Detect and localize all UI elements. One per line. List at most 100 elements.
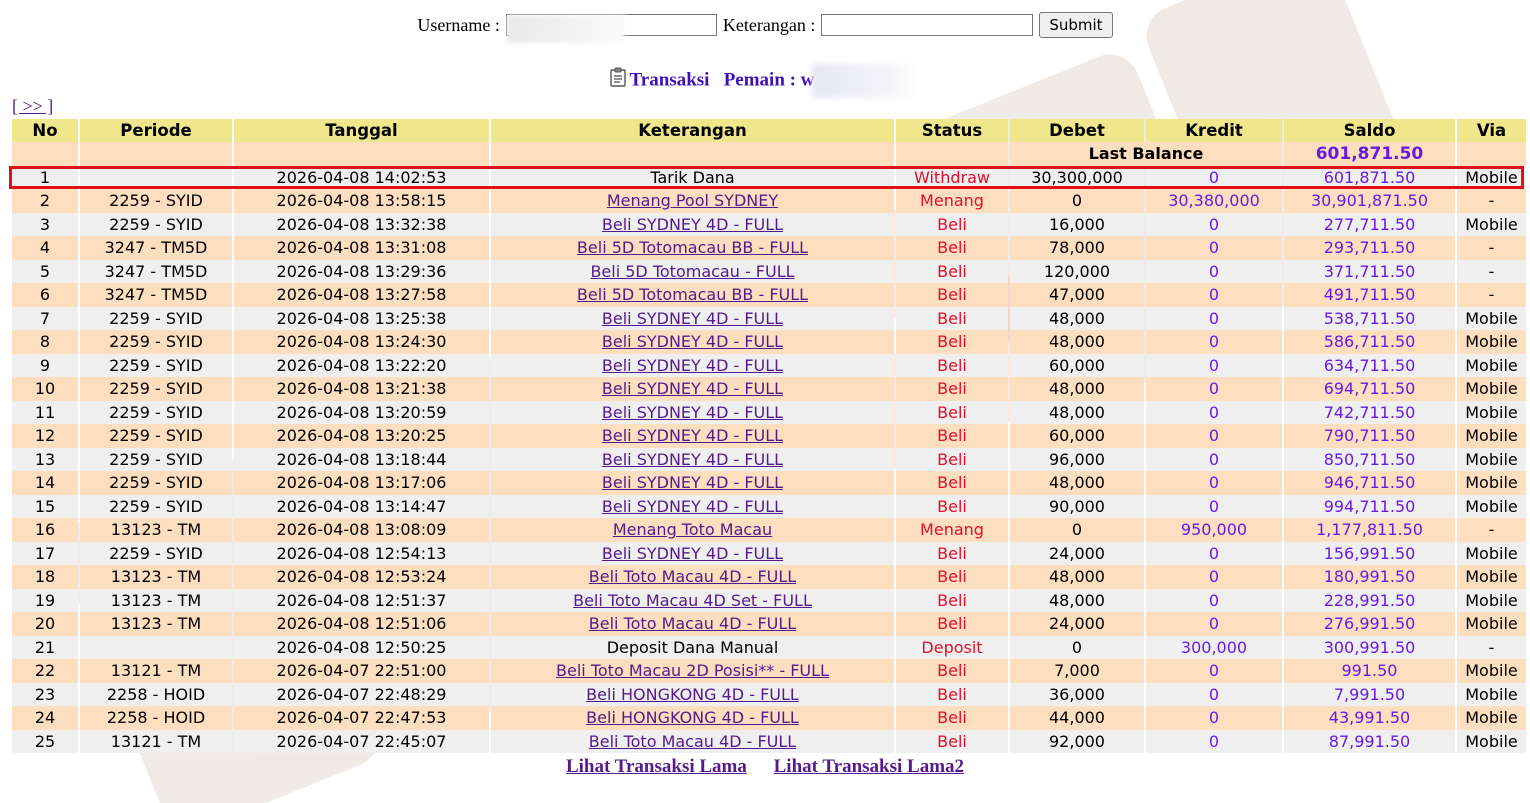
table-row: 15 2259 - SYID 2026-04-08 13:14:47 Beli SYD… — [12, 494, 1526, 518]
cell-status: Beli — [896, 236, 1008, 260]
cell-periode: 13123 - TM — [80, 565, 232, 589]
empty-cell — [80, 142, 232, 166]
transaction-detail-link[interactable]: Beli SYDNEY 4D - FULL — [602, 309, 783, 328]
cell-kredit: 0 — [1146, 424, 1282, 448]
transaction-detail-link[interactable]: Beli SYDNEY 4D - FULL — [602, 497, 783, 516]
redacted-player-name — [812, 64, 921, 98]
transaction-detail-link[interactable]: Beli SYDNEY 4D - FULL — [602, 379, 783, 398]
transaction-detail-link[interactable]: Menang Pool SYDNEY — [607, 191, 778, 210]
transaction-detail-link[interactable]: Beli 5D Totomacau BB - FULL — [577, 285, 808, 304]
next-page-link[interactable]: [ >> ] — [12, 96, 53, 117]
last-balance-value: 601,871.50 — [1284, 142, 1455, 166]
cell-via: - — [1457, 236, 1526, 260]
cell-keterangan: Beli Toto Macau 2D Posisi** - FULL — [491, 659, 894, 683]
cell-keterangan: Beli SYDNEY 4D - FULL — [491, 212, 894, 236]
cell-tanggal: 2026-04-08 13:31:08 — [234, 236, 489, 260]
cell-keterangan: Beli SYDNEY 4D - FULL — [491, 377, 894, 401]
cell-via: Mobile — [1457, 165, 1526, 189]
cell-keterangan: Beli SYDNEY 4D - FULL — [491, 400, 894, 424]
cell-kredit: 0 — [1146, 494, 1282, 518]
transaction-detail-link[interactable]: Beli SYDNEY 4D - FULL — [602, 426, 783, 445]
empty-cell — [12, 142, 78, 166]
keterangan-input[interactable] — [821, 14, 1034, 36]
cell-saldo: 601,871.50 — [1284, 165, 1455, 189]
cell-keterangan: Beli Toto Macau 4D - FULL — [491, 729, 894, 753]
cell-periode: 2259 - SYID — [80, 494, 232, 518]
cell-kredit: 0 — [1146, 330, 1282, 354]
cell-kredit: 0 — [1146, 588, 1282, 612]
username-label: Username : — [417, 14, 500, 35]
transaction-detail-link[interactable]: Beli SYDNEY 4D - FULL — [602, 356, 783, 375]
cell-periode: 2259 - SYID — [80, 353, 232, 377]
cell-saldo: 156,991.50 — [1284, 541, 1455, 565]
cell-status: Beli — [896, 682, 1008, 706]
transaction-detail-link[interactable]: Beli 5D Totomacau BB - FULL — [577, 238, 808, 257]
transaction-detail-link[interactable]: Beli Toto Macau 4D Set - FULL — [573, 591, 812, 610]
old-transactions-link[interactable]: Lihat Transaksi Lama — [566, 756, 747, 777]
cell-status: Beli — [896, 729, 1008, 753]
cell-kredit: 0 — [1146, 236, 1282, 260]
cell-debet: 48,000 — [1010, 400, 1144, 424]
table-row: 16 13123 - TM 2026-04-08 13:08:09 Menang To… — [12, 518, 1526, 542]
cell-status: Withdraw — [896, 165, 1008, 189]
cell-no: 4 — [12, 236, 78, 260]
cell-debet: 92,000 — [1010, 729, 1144, 753]
cell-saldo: 276,991.50 — [1284, 612, 1455, 636]
cell-debet: 48,000 — [1010, 471, 1144, 495]
transaction-detail-link[interactable]: Beli 5D Totomacau - FULL — [590, 262, 794, 281]
empty-cell — [491, 142, 894, 166]
cell-debet: 47,000 — [1010, 283, 1144, 307]
cell-tanggal: 2026-04-08 12:54:13 — [234, 541, 489, 565]
transaction-detail-link[interactable]: Beli Toto Macau 4D - FULL — [589, 614, 796, 633]
cell-kredit: 0 — [1146, 283, 1282, 307]
transaction-detail-link[interactable]: Beli HONGKONG 4D - FULL — [586, 685, 799, 704]
cell-keterangan: Beli SYDNEY 4D - FULL — [491, 306, 894, 330]
cell-no: 22 — [12, 659, 78, 683]
column-header: Saldo — [1284, 119, 1455, 142]
cell-periode: 3247 - TM5D — [80, 259, 232, 283]
transaction-detail-link[interactable]: Beli HONGKONG 4D - FULL — [586, 708, 799, 727]
cell-status: Menang — [896, 189, 1008, 213]
cell-periode: 2259 - SYID — [80, 541, 232, 565]
cell-via: Mobile — [1457, 541, 1526, 565]
transaction-detail-link[interactable]: Menang Toto Macau — [613, 520, 772, 539]
submit-button[interactable]: Submit — [1039, 12, 1113, 38]
transaction-detail-link[interactable]: Beli Toto Macau 4D - FULL — [589, 567, 796, 586]
transaction-detail-link[interactable]: Beli SYDNEY 4D - FULL — [602, 544, 783, 563]
table-row: 6 3247 - TM5D 2026-04-08 13:27:58 Beli 5D T… — [12, 283, 1526, 307]
transaction-detail-link[interactable]: Beli SYDNEY 4D - FULL — [602, 215, 783, 234]
old-transactions-2-link[interactable]: Lihat Transaksi Lama2 — [774, 756, 964, 777]
footer-links: Lihat Transaksi Lama Lihat Transaksi Lam… — [0, 756, 1530, 778]
cell-status: Beli — [896, 400, 1008, 424]
table-row: 14 2259 - SYID 2026-04-08 13:17:06 Beli SYD… — [12, 471, 1526, 495]
cell-tanggal: 2026-04-08 13:17:06 — [234, 471, 489, 495]
column-header: Tanggal — [234, 119, 489, 142]
transaction-detail-link[interactable]: Beli SYDNEY 4D - FULL — [602, 450, 783, 469]
last-balance-label: Last Balance — [1010, 142, 1282, 166]
table-row: 3 2259 - SYID 2026-04-08 13:32:38 Beli SYDN… — [12, 212, 1526, 236]
username-input[interactable] — [505, 14, 717, 36]
cell-debet: 30,300,000 — [1010, 165, 1144, 189]
table-row: 8 2259 - SYID 2026-04-08 13:24:30 Beli SYDN… — [12, 330, 1526, 354]
cell-kredit: 0 — [1146, 259, 1282, 283]
cell-tanggal: 2026-04-08 12:51:37 — [234, 588, 489, 612]
empty-cell — [1457, 142, 1526, 166]
cell-periode — [80, 635, 232, 659]
column-header: Status — [896, 119, 1008, 142]
cell-saldo: 694,711.50 — [1284, 377, 1455, 401]
last-balance-row: Last Balance 601,871.50 — [12, 142, 1526, 166]
cell-no: 8 — [12, 330, 78, 354]
transaction-detail-link[interactable]: Beli Toto Macau 2D Posisi** - FULL — [556, 661, 829, 680]
cell-kredit: 300,000 — [1146, 635, 1282, 659]
empty-cell — [234, 142, 489, 166]
cell-via: Mobile — [1457, 612, 1526, 636]
cell-kredit: 0 — [1146, 612, 1282, 636]
transaction-detail-link[interactable]: Beli SYDNEY 4D - FULL — [602, 403, 783, 422]
cell-kredit: 0 — [1146, 659, 1282, 683]
transaction-detail-link[interactable]: Beli Toto Macau 4D - FULL — [589, 732, 796, 751]
pemain-label: Pemain : w — [723, 69, 815, 91]
transaction-detail-link[interactable]: Beli SYDNEY 4D - FULL — [602, 473, 783, 492]
transaction-detail-link[interactable]: Beli SYDNEY 4D - FULL — [602, 332, 783, 351]
cell-no: 24 — [12, 706, 78, 730]
cell-kredit: 30,380,000 — [1146, 189, 1282, 213]
